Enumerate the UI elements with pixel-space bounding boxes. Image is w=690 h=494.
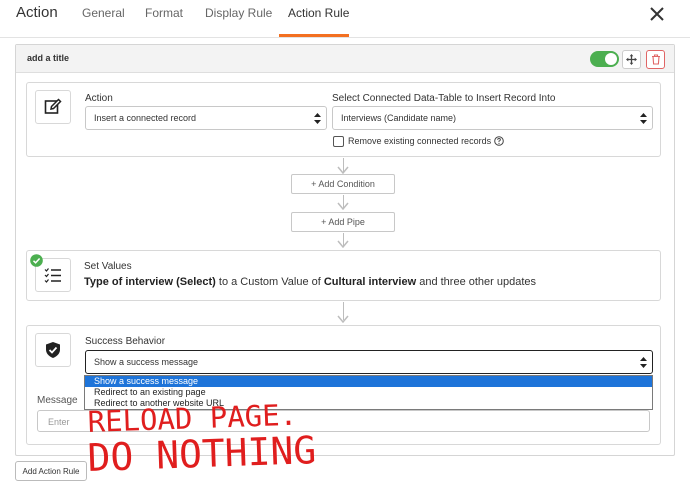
set-values-text-b: and three other updates	[416, 276, 537, 288]
set-values-value: Cultural interview	[323, 276, 417, 288]
active-tab-indicator	[279, 34, 349, 37]
sort-caret-icon	[314, 113, 321, 124]
trash-icon	[651, 54, 660, 65]
set-values-label: Set Values	[84, 261, 132, 272]
option-show-success-message[interactable]: Show a success message	[85, 376, 652, 387]
remove-records-checkbox[interactable]	[333, 136, 344, 147]
set-values-summary: Type of interview (Select) to a Custom V…	[84, 276, 536, 288]
set-values-field: Type of interview (Select)	[84, 276, 216, 288]
rule-enabled-toggle[interactable]	[590, 51, 619, 67]
add-pipe-button[interactable]: + Add Pipe	[291, 212, 395, 232]
rule-header: add a title	[16, 45, 674, 73]
sort-caret-icon	[640, 357, 647, 368]
action-select-value: Insert a connected record	[94, 113, 197, 123]
table-select[interactable]: Interviews (Candidate name)	[332, 106, 653, 130]
message-label: Message	[37, 395, 78, 406]
add-action-rule-button[interactable]: Add Action Rule	[15, 461, 87, 481]
arrow-down-icon	[337, 240, 349, 248]
arrow-down-icon	[337, 202, 349, 210]
set-values-text-a: to a Custom Value of	[215, 276, 324, 288]
arrow-down-icon	[337, 315, 349, 323]
handwritten-annotation: RELOAD PAGE. DO NOTHING	[87, 400, 317, 480]
arrow-down-icon	[337, 166, 349, 174]
success-behavior-label: Success Behavior	[85, 336, 166, 347]
dialog-header: Action General Format Display Rule Actio…	[0, 0, 690, 38]
option-redirect-existing-page[interactable]: Redirect to an existing page	[85, 387, 652, 398]
move-button[interactable]	[622, 50, 641, 69]
action-label: Action	[85, 93, 113, 104]
add-condition-button[interactable]: + Add Condition	[291, 174, 395, 194]
success-behavior-select[interactable]: Show a success message	[85, 350, 653, 374]
edit-icon	[35, 90, 71, 124]
table-select-value: Interviews (Candidate name)	[341, 113, 457, 123]
dialog-title: Action	[16, 4, 58, 21]
remove-records-label: Remove existing connected records	[348, 136, 492, 146]
move-icon	[626, 54, 637, 65]
action-select[interactable]: Insert a connected record	[85, 106, 327, 130]
success-behavior-value: Show a success message	[94, 357, 199, 367]
tab-format[interactable]: Format	[145, 6, 183, 20]
rule-title[interactable]: add a title	[27, 53, 69, 63]
tab-display-rule[interactable]: Display Rule	[205, 6, 272, 20]
tab-action-rule[interactable]: Action Rule	[288, 6, 349, 20]
close-icon[interactable]	[646, 2, 668, 24]
tab-general[interactable]: General	[82, 6, 125, 20]
sort-caret-icon	[640, 113, 647, 124]
delete-rule-button[interactable]	[646, 50, 665, 69]
check-badge-icon	[30, 254, 43, 267]
help-icon[interactable]	[494, 136, 504, 146]
annotation-line-2: DO NOTHING	[87, 428, 317, 480]
table-label: Select Connected Data-Table to Insert Re…	[332, 93, 556, 104]
shield-check-icon	[35, 333, 71, 367]
